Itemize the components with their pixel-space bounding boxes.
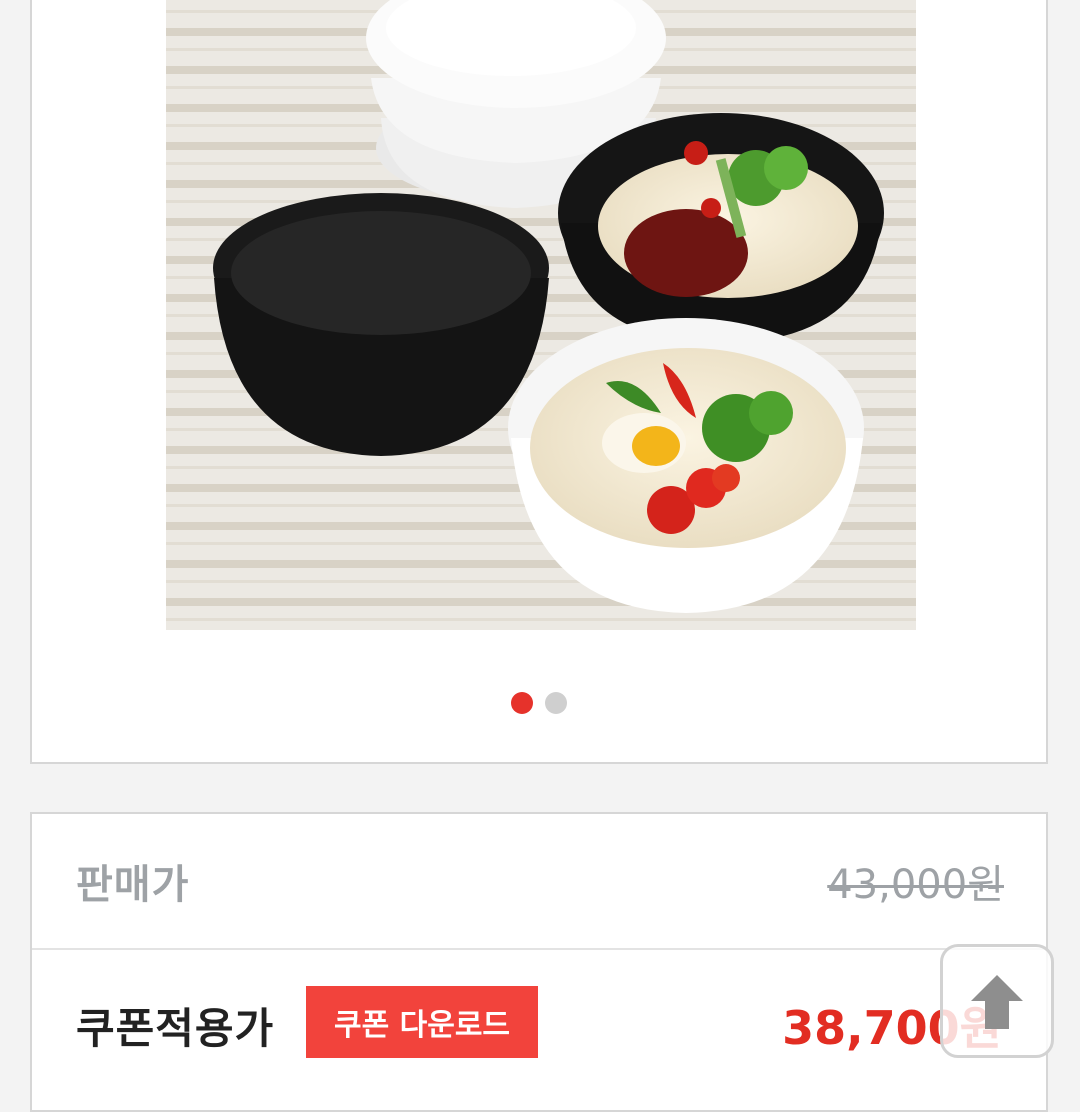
original-price: 43,000원 [827, 862, 1004, 908]
slide-dot[interactable] [545, 692, 567, 714]
product-image[interactable] [166, 0, 916, 630]
coupon-price-row: 쿠폰적용가 쿠폰 다운로드 38,700원 [32, 950, 1046, 1100]
product-gallery [30, 0, 1048, 764]
coupon-price-label: 쿠폰적용가 [76, 1003, 275, 1053]
price-panel: 판매가 43,000원 쿠폰적용가 쿠폰 다운로드 38,700원 [30, 812, 1048, 1112]
arrow-up-icon [971, 975, 1023, 1029]
coupon-download-button[interactable]: 쿠폰 다운로드 [306, 986, 538, 1058]
sale-price-row: 판매가 43,000원 [32, 814, 1046, 950]
sale-price-label: 판매가 [76, 862, 190, 908]
slide-dot-active[interactable] [511, 692, 533, 714]
scroll-top-button[interactable] [940, 944, 1054, 1058]
slide-indicator [32, 692, 1046, 714]
